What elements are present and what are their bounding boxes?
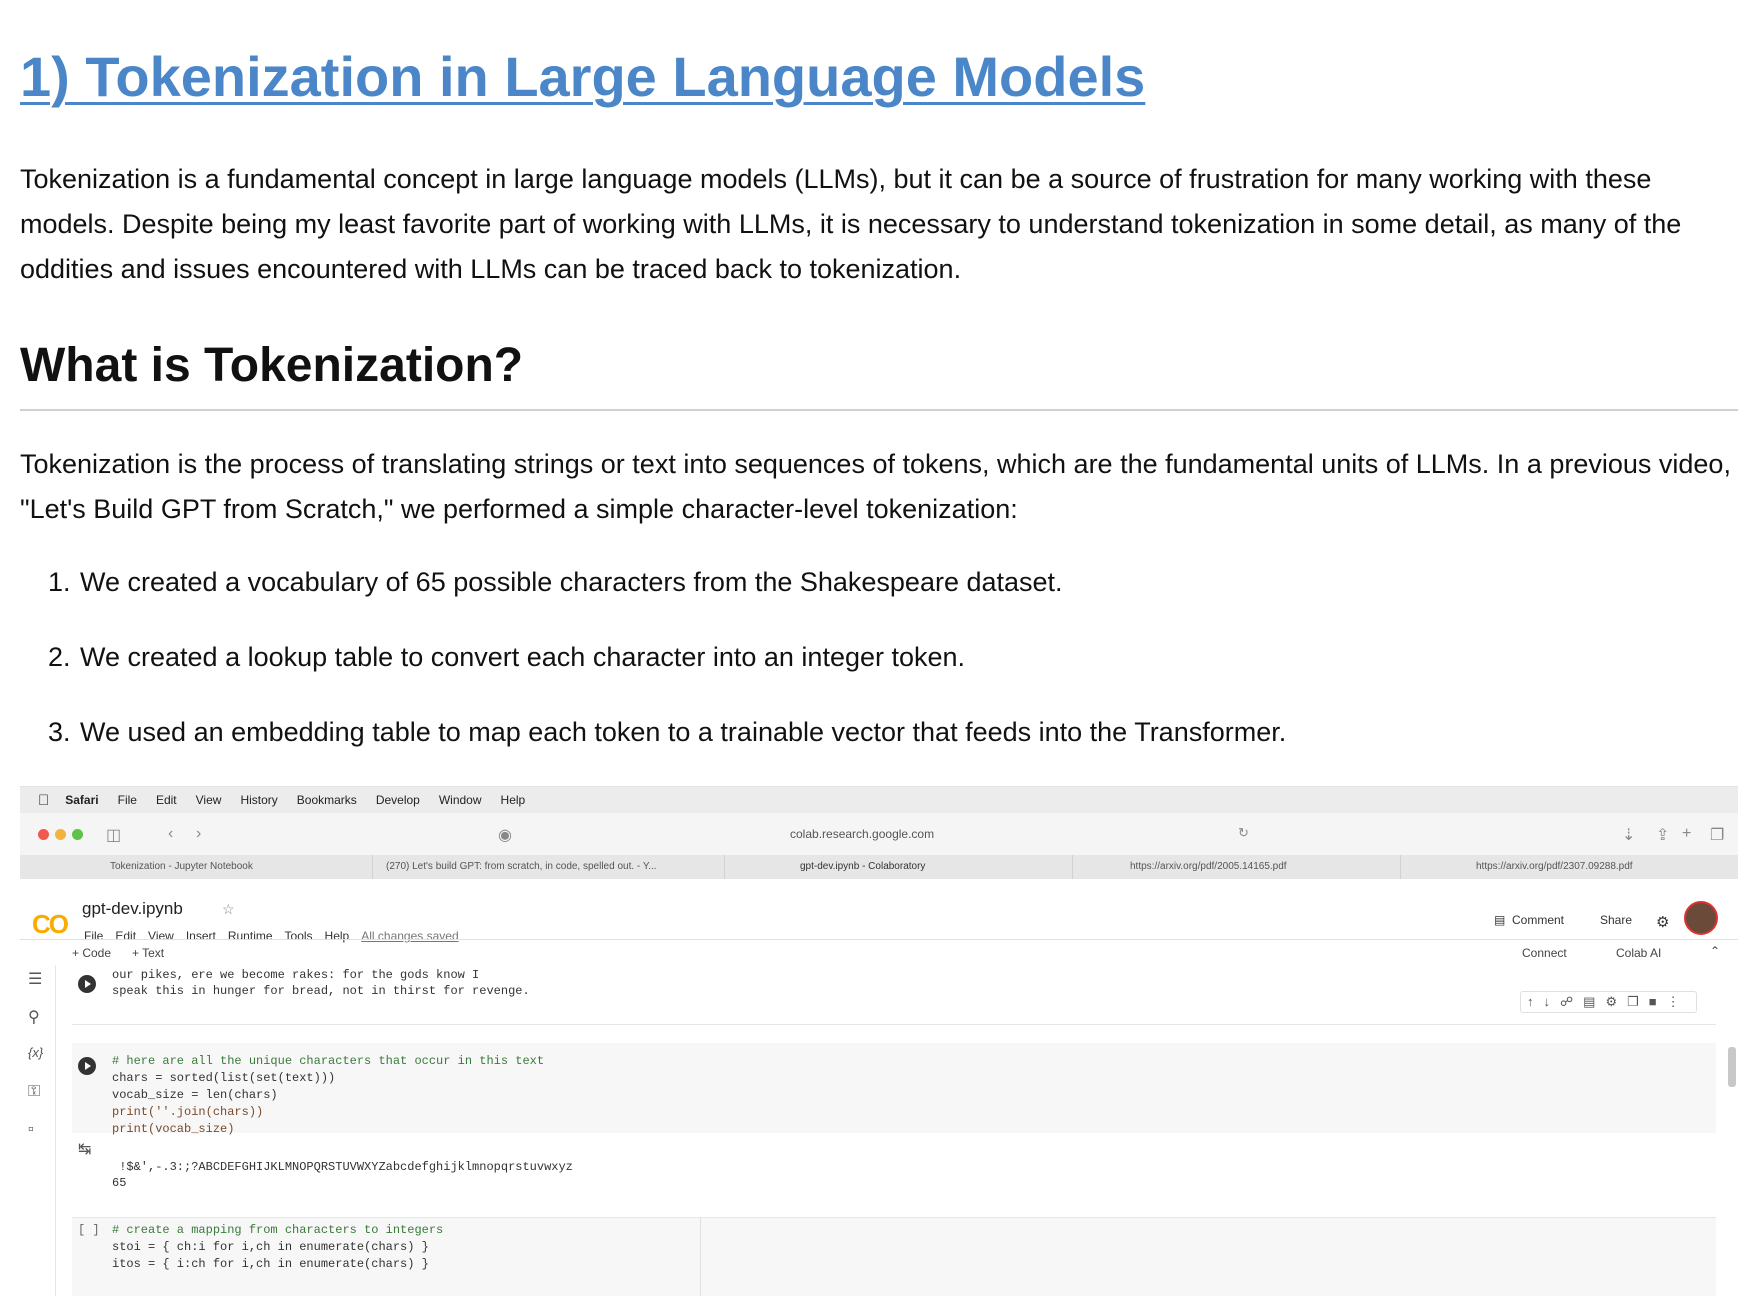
browser-toolbar: ◫ ‹ › ◉ colab.research.google.com ↻ ⇣ ⇪ … — [20, 813, 1738, 855]
download-icon[interactable]: ⇣ — [1622, 825, 1635, 845]
menu-view[interactable]: View — [196, 793, 222, 807]
star-icon[interactable]: ☆ — [222, 901, 235, 918]
menu-develop[interactable]: Develop — [376, 793, 420, 807]
output-cell-1: our pikes, ere we become rakes: for the … — [72, 965, 1716, 1025]
code-cell-2[interactable]: # here are all the unique characters tha… — [72, 1043, 1716, 1136]
intro-paragraph: Tokenization is a fundamental concept in… — [20, 164, 1682, 284]
code-line: print(vocab_size) — [112, 1122, 235, 1136]
search-icon[interactable]: ⚲ — [28, 1007, 40, 1027]
extension-icon[interactable]: ◉ — [498, 825, 512, 845]
reload-icon[interactable]: ↻ — [1238, 825, 1249, 841]
connect-button[interactable]: Connect — [1522, 946, 1567, 960]
folder-icon[interactable]: ▫ — [28, 1121, 34, 1139]
sidebar-icon[interactable]: ◫ — [106, 825, 121, 845]
apple-icon[interactable]:  — [38, 792, 49, 809]
menu-safari[interactable]: Safari — [65, 793, 98, 807]
output-cell-2: ↹ !$&',-.3:;?ABCDEFGHIJKLMNOPQRSTUVWXYZa… — [72, 1137, 1716, 1207]
embedded-screenshot:  Safari File Edit View History Bookmark… — [20, 786, 1738, 1296]
minimize-window-button[interactable] — [55, 829, 66, 840]
menu-file[interactable]: File — [118, 793, 137, 807]
variables-icon[interactable]: {x} — [28, 1045, 43, 1060]
browser-tabs: Tokenization - Jupyter Notebook (270) Le… — [20, 855, 1738, 879]
forward-icon[interactable]: › — [196, 825, 201, 843]
mac-menubar:  Safari File Edit View History Bookmark… — [20, 787, 1738, 813]
avatar[interactable] — [1684, 901, 1718, 935]
menu-window[interactable]: Window — [439, 793, 482, 807]
menu-help[interactable]: Help — [501, 793, 526, 807]
list-item: 2. We created a lookup table to convert e… — [48, 642, 966, 672]
tab-arxiv-2[interactable]: https://arxiv.org/pdf/2307.09288.pdf — [1476, 861, 1633, 872]
tab-colab[interactable]: gpt-dev.ipynb - Colaboratory — [800, 861, 925, 872]
add-code-button[interactable]: + Code — [72, 946, 111, 960]
new-tab-icon[interactable]: + — [1682, 825, 1691, 843]
address-bar[interactable]: colab.research.google.com — [790, 827, 934, 841]
list-item: 1. We created a vocabulary of 65 possible… — [48, 567, 1063, 597]
section-heading: What is Tokenization? — [20, 339, 524, 392]
key-icon[interactable]: ⚿ — [28, 1083, 40, 1101]
close-window-button[interactable] — [38, 829, 49, 840]
tab-jupyter[interactable]: Tokenization - Jupyter Notebook — [110, 861, 253, 872]
list-item: 3. We used an embedding table to map each… — [48, 717, 1287, 747]
code-line: vocab_size = len(chars) — [112, 1088, 278, 1102]
code-line: # create a mapping from characters to in… — [112, 1223, 444, 1237]
cell-toolbar: + Code + Text Connect Colab AI ⌃ — [20, 939, 1738, 965]
colab-logo[interactable]: CO — [32, 909, 69, 940]
cell-output-line: !$&',-.3:;?ABCDEFGHIJKLMNOPQRSTUVWXYZabc… — [112, 1160, 573, 1174]
tab-youtube[interactable]: (270) Let's build GPT: from scratch, in … — [386, 861, 657, 872]
share-icon[interactable]: ⇪ — [1656, 825, 1669, 845]
cell-output-line: 65 — [112, 1176, 127, 1190]
code-line: chars = sorted(list(set(text))) — [112, 1071, 336, 1085]
menu-history[interactable]: History — [240, 793, 277, 807]
window-controls — [38, 829, 83, 840]
menu-edit[interactable]: Edit — [156, 793, 177, 807]
left-rail: ☰ ⚲ {x} ⚿ ▫ — [20, 965, 56, 1296]
code-line: # here are all the unique characters tha… — [112, 1054, 545, 1068]
tab-arxiv-1[interactable]: https://arxiv.org/pdf/2005.14165.pdf — [1130, 861, 1287, 872]
colab-header: CO gpt-dev.ipynb ☆ File Edit View Insert… — [20, 879, 1738, 943]
code-cell-3[interactable]: [ ] # create a mapping from characters t… — [72, 1217, 1716, 1296]
comment-button[interactable]: Comment — [1512, 913, 1564, 927]
code-line: itos = { i:ch for i,ch in enumerate(char… — [112, 1257, 429, 1271]
add-text-button[interactable]: + Text — [132, 946, 164, 960]
comment-icon[interactable]: ▤ — [1494, 913, 1505, 927]
zoom-window-button[interactable] — [72, 829, 83, 840]
colab-ai-button[interactable]: Colab AI — [1616, 946, 1661, 960]
code-line: stoi = { ch:i for i,ch in enumerate(char… — [112, 1240, 429, 1254]
run-cell-button[interactable] — [78, 1057, 96, 1075]
toc-icon[interactable]: ☰ — [28, 969, 42, 989]
output-icon[interactable]: ↹ — [78, 1139, 91, 1159]
cell-output-line: speak this in hunger for bread, not in t… — [112, 984, 530, 998]
notebook-name[interactable]: gpt-dev.ipynb — [82, 899, 183, 919]
run-cell-button[interactable] — [78, 975, 96, 993]
cell-bracket[interactable]: [ ] — [78, 1222, 100, 1239]
scrollbar[interactable] — [1728, 1047, 1736, 1087]
menu-bookmarks[interactable]: Bookmarks — [297, 793, 357, 807]
share-button[interactable]: Share — [1600, 913, 1632, 927]
settings-gear-icon[interactable]: ⚙ — [1656, 913, 1669, 931]
cell-output-line: our pikes, ere we become rakes: for the … — [112, 968, 480, 982]
collapse-chevron-icon[interactable]: ⌃ — [1710, 944, 1720, 958]
page-title-link[interactable]: 1) Tokenization in Large Language Models — [20, 44, 1145, 109]
back-icon[interactable]: ‹ — [168, 825, 173, 843]
tabs-overview-icon[interactable]: ❐ — [1710, 825, 1724, 845]
section-paragraph: Tokenization is the process of translati… — [20, 449, 1731, 524]
heading-divider — [20, 409, 1738, 411]
code-line: print(''.join(chars)) — [112, 1105, 264, 1119]
